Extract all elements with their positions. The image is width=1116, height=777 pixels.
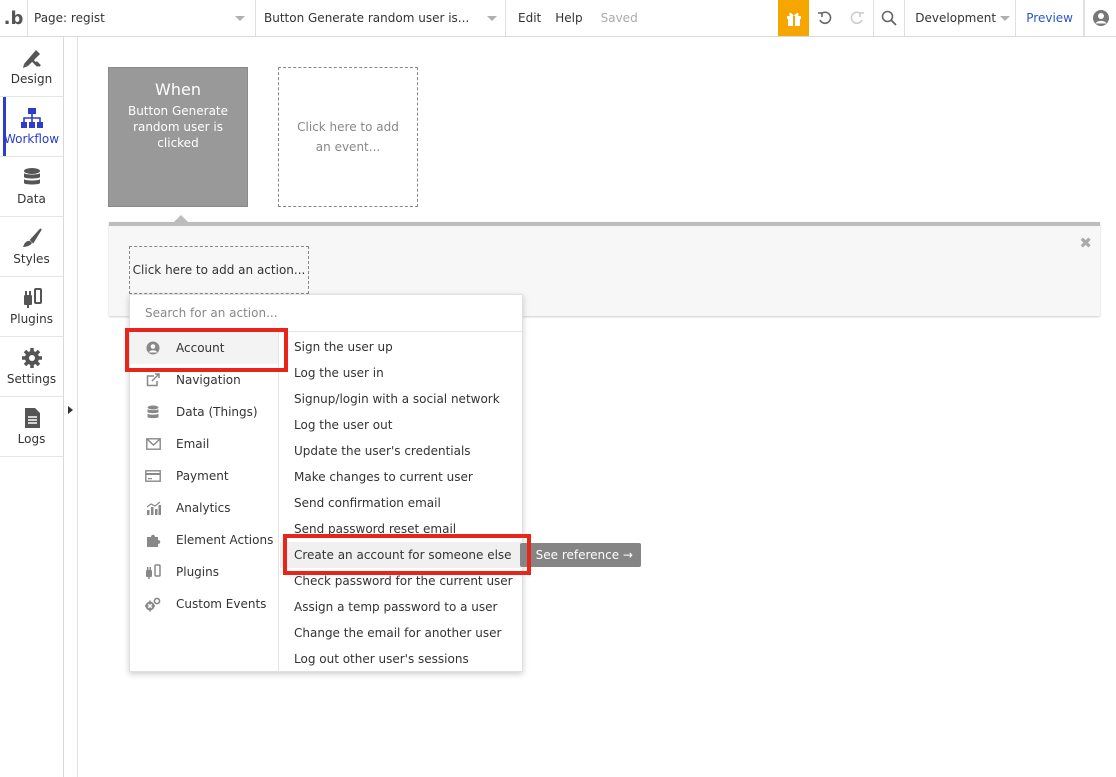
redo-icon	[850, 11, 865, 25]
event-selector-label: Button Generate random user is...	[264, 11, 470, 25]
user-circle-icon	[145, 340, 161, 356]
add-action-placeholder[interactable]: Click here to add an action...	[129, 246, 309, 294]
envelope-icon	[145, 436, 161, 452]
expand-arrow-icon[interactable]	[68, 406, 73, 414]
sidebar-item-workflow[interactable]: Workflow	[0, 97, 63, 157]
action-item[interactable]: Update the user's credentials	[280, 438, 523, 464]
save-status: Saved	[600, 11, 638, 25]
see-reference-button[interactable]: See reference →	[520, 543, 641, 567]
action-item[interactable]: Log out other user's sessions	[280, 646, 523, 672]
design-icon	[22, 50, 41, 68]
category-analytics[interactable]: Analytics	[130, 492, 278, 524]
close-icon[interactable]: ✖	[1079, 234, 1092, 252]
action-item[interactable]: Check password for the current user	[280, 568, 523, 594]
environment-selector[interactable]: Development	[905, 0, 1015, 36]
event-card-title: When	[155, 80, 201, 99]
action-item[interactable]: Send confirmation email	[280, 490, 523, 516]
top-bar: .b Page: regist Button Generate random u…	[0, 0, 1116, 37]
action-item[interactable]: Signup/login with a social network	[280, 386, 523, 412]
action-item[interactable]: Change the email for another user	[280, 620, 523, 646]
puzzle-icon	[145, 532, 161, 548]
category-label: Navigation	[176, 373, 241, 387]
category-navigation[interactable]: Navigation	[130, 364, 278, 396]
bar-chart-icon	[145, 500, 161, 516]
document-icon	[24, 408, 40, 428]
event-selector[interactable]: Button Generate random user is...	[256, 0, 506, 36]
action-item[interactable]: Make changes to current user	[280, 464, 523, 490]
category-payment[interactable]: Payment	[130, 460, 278, 492]
database-icon	[23, 168, 40, 185]
category-label: Data (Things)	[176, 405, 258, 419]
category-email[interactable]: Email	[130, 428, 278, 460]
chevron-down-icon	[235, 15, 245, 21]
search-button[interactable]	[873, 0, 906, 36]
category-plugins[interactable]: Plugins	[130, 556, 278, 588]
category-label: Custom Events	[176, 597, 267, 611]
help-menu[interactable]: Help	[553, 0, 594, 36]
category-label: Account	[176, 341, 225, 355]
action-item-create-account[interactable]: Create an account for someone else	[280, 542, 523, 568]
sidebar-item-label: Logs	[17, 432, 46, 446]
event-card-selected[interactable]: When Button Generate random user is clic…	[108, 67, 248, 207]
preview-link[interactable]: Preview	[1015, 0, 1084, 36]
profile-button[interactable]	[1084, 0, 1116, 36]
category-label: Element Actions	[176, 533, 274, 547]
action-item[interactable]: Log the user in	[280, 360, 523, 386]
undo-button[interactable]	[809, 0, 841, 36]
gift-button[interactable]	[778, 0, 810, 36]
workflow-icon	[20, 108, 43, 128]
chevron-down-icon	[487, 15, 497, 21]
sidebar-item-design[interactable]: Design	[0, 37, 63, 97]
category-label: Plugins	[176, 565, 219, 579]
action-item[interactable]: Sign the user up	[280, 334, 523, 360]
bubble-logo[interactable]: .b	[0, 0, 28, 36]
sidebar-item-label: Styles	[13, 252, 50, 266]
sidebar-item-label: Data	[17, 192, 46, 206]
page-selector-label: Page: regist	[34, 11, 105, 25]
database-icon	[145, 404, 161, 420]
user-circle-icon	[1092, 10, 1109, 26]
add-event-placeholder[interactable]: Click here to add an event...	[278, 67, 418, 207]
category-label: Analytics	[176, 501, 231, 515]
action-item[interactable]: Log the user out	[280, 412, 523, 438]
sidebar-item-label: Plugins	[10, 312, 53, 326]
gear-icon	[21, 348, 42, 368]
sidebar-item-data[interactable]: Data	[0, 157, 63, 217]
chevron-down-icon	[1000, 15, 1011, 21]
action-item[interactable]: Assign a temp password to a user	[280, 594, 523, 620]
page-selector[interactable]: Page: regist	[28, 0, 256, 36]
external-link-icon	[145, 372, 161, 388]
action-search-input[interactable]: Search for an action...	[130, 295, 522, 332]
edit-menu[interactable]: Edit	[506, 0, 553, 36]
search-icon	[881, 10, 897, 26]
sidebar-item-label: Design	[10, 72, 53, 86]
sidebar-item-label: Workflow	[3, 132, 60, 146]
category-data-things[interactable]: Data (Things)	[130, 396, 278, 428]
credit-card-icon	[145, 468, 161, 484]
sidebar-item-settings[interactable]: Settings	[0, 337, 63, 397]
action-item[interactable]: Send password reset email	[280, 516, 523, 542]
event-card-subtitle: Button Generate random user is clicked	[127, 104, 229, 150]
sidebar-item-styles[interactable]: Styles	[0, 217, 63, 277]
action-list: Sign the user up Log the user in Signup/…	[280, 334, 523, 672]
category-element-actions[interactable]: Element Actions	[130, 524, 278, 556]
category-list: Account Navigation Data (Things) Email P…	[130, 332, 279, 672]
sidebar-item-label: Settings	[6, 372, 57, 386]
left-sidebar: Design Workflow Data Styles Plugins Sett…	[0, 37, 64, 777]
brush-icon	[22, 228, 42, 247]
action-dropdown: Search for an action... Account Navigati…	[129, 294, 523, 672]
environment-label: Development	[915, 11, 997, 25]
plug-icon	[145, 564, 161, 580]
category-label: Payment	[176, 469, 229, 483]
gears-icon	[145, 596, 161, 612]
redo-button[interactable]	[841, 0, 873, 36]
sidebar-item-logs[interactable]: Logs	[0, 397, 63, 457]
category-account[interactable]: Account	[130, 332, 278, 364]
undo-icon	[818, 11, 832, 25]
plug-icon	[23, 288, 42, 308]
category-label: Email	[176, 437, 210, 451]
sidebar-item-plugins[interactable]: Plugins	[0, 277, 63, 337]
gift-icon	[786, 12, 801, 26]
category-custom-events[interactable]: Custom Events	[130, 588, 278, 620]
